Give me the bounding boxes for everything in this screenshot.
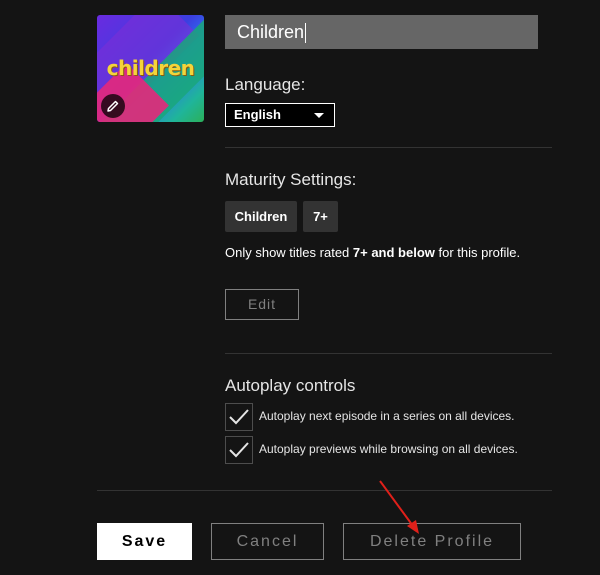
maturity-edit-button[interactable]: Edit [225, 289, 299, 320]
profile-avatar[interactable]: children [97, 15, 204, 122]
save-button[interactable]: Save [97, 523, 192, 560]
avatar-text: children [106, 56, 195, 80]
autoplay-next-episode-checkbox[interactable] [225, 403, 253, 431]
autoplay-previews-checkbox[interactable] [225, 436, 253, 464]
autoplay-next-episode-label: Autoplay next episode in a series on all… [259, 409, 515, 423]
profile-name-value: Children [237, 22, 305, 42]
divider [97, 490, 552, 491]
maturity-description: Only show titles rated 7+ and below for … [225, 245, 521, 260]
checkmark-icon [229, 442, 249, 458]
divider [225, 353, 552, 354]
maturity-badge-category: Children [225, 201, 297, 232]
language-select[interactable]: English [225, 103, 335, 127]
edit-profile-page: children Children Language: English Matu… [0, 0, 600, 575]
maturity-heading: Maturity Settings: [225, 170, 357, 189]
checkmark-icon [229, 409, 249, 425]
language-label: Language: [225, 75, 306, 94]
delete-profile-button[interactable]: Delete Profile [343, 523, 521, 560]
maturity-badge-rating: 7+ [303, 201, 338, 232]
text-caret [305, 23, 307, 44]
caret-down-icon [314, 113, 324, 118]
divider [225, 147, 552, 148]
cancel-button[interactable]: Cancel [211, 523, 324, 560]
autoplay-heading: Autoplay controls [225, 376, 356, 395]
autoplay-previews-label: Autoplay previews while browsing on all … [259, 442, 518, 456]
pencil-icon[interactable] [101, 94, 125, 118]
profile-name-input[interactable]: Children [225, 15, 538, 49]
language-selected: English [234, 107, 281, 122]
